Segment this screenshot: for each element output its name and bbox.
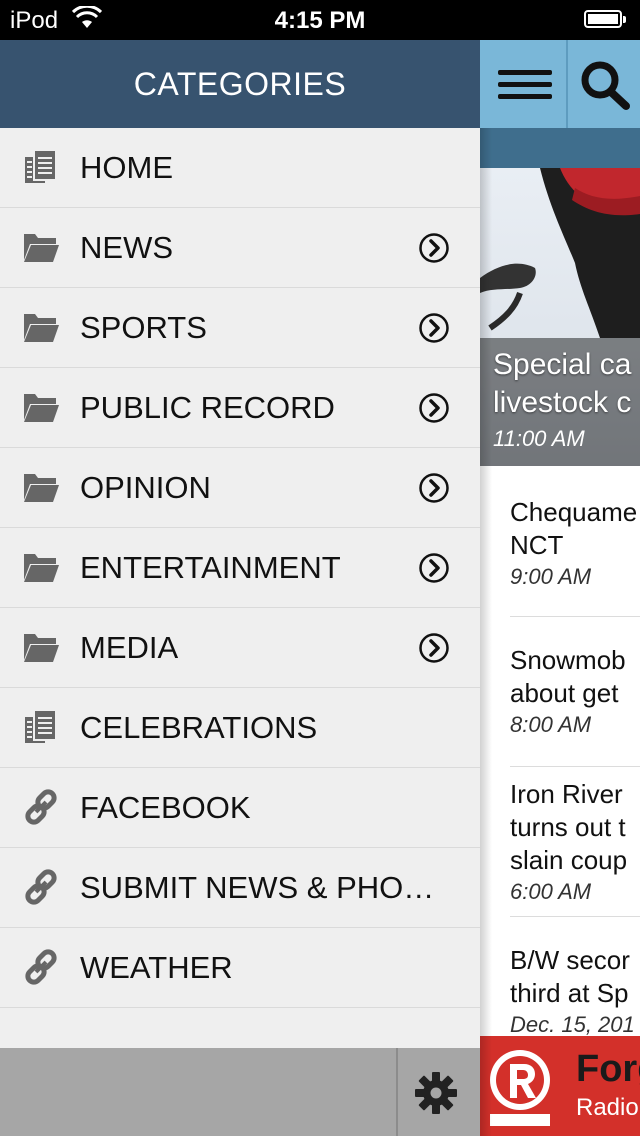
story-time: 6:00 AM	[510, 879, 592, 904]
hero-title: Special ca livestock c	[493, 346, 631, 422]
battery-icon	[584, 10, 626, 28]
status-time: 4:15 PM	[274, 7, 366, 34]
story-item[interactable]: Iron River turns out t slain coup 6:00 AM	[510, 778, 640, 907]
menu-item-weather[interactable]: WEATHER	[0, 928, 480, 1008]
story-item[interactable]: B/W secor third at Sp Dec. 15, 201	[510, 944, 640, 1040]
menu-item-public-record[interactable]: PUBLIC RECORD	[0, 368, 480, 448]
story-title-line: NCT	[510, 530, 564, 560]
menu-item-label: PUBLIC RECORD	[80, 390, 335, 425]
story-title-line: slain coup	[510, 845, 628, 875]
story-title-line: B/W secor	[510, 945, 630, 975]
menu-toggle-button[interactable]	[480, 40, 568, 128]
menu-item-label: CELEBRATIONS	[80, 710, 318, 745]
story-title-line: third at Sp	[510, 978, 629, 1008]
menu-item-entertainment[interactable]: ENTERTAINMENT	[0, 528, 480, 608]
story-title-line: turns out t	[510, 812, 626, 842]
menu-item-label: ENTERTAINMENT	[80, 550, 341, 585]
menu-item-label: NEWS	[80, 230, 173, 265]
status-bar: iPod 4:15 PM	[0, 0, 640, 40]
story-divider	[510, 616, 640, 617]
section-bar	[480, 128, 640, 168]
story-title-line: Iron River	[510, 779, 623, 809]
story-divider	[510, 916, 640, 917]
menu-item-opinion[interactable]: OPINION	[0, 448, 480, 528]
chevron-right-circle-icon[interactable]	[418, 632, 450, 664]
chevron-right-circle-icon[interactable]	[418, 232, 450, 264]
hero-title-line1: Special ca	[493, 348, 632, 381]
menu-item-submit-news-photos[interactable]: SUBMIT NEWS & PHOTOS	[0, 848, 480, 928]
document-icon	[22, 148, 60, 186]
search-button[interactable]	[570, 40, 640, 128]
menu-item-label: HOME	[80, 150, 173, 185]
story-title-line: about get	[510, 678, 619, 708]
folder-icon	[22, 628, 60, 666]
hamburger-icon	[498, 70, 552, 99]
menu-item-label: FACEBOOK	[80, 790, 251, 825]
story-item[interactable]: Chequame NCT 9:00 AM	[510, 496, 640, 592]
gear-icon[interactable]	[413, 1070, 459, 1116]
story-time: 8:00 AM	[510, 712, 592, 737]
ad-subline: Radio	[576, 1094, 639, 1121]
featured-story[interactable]: Special ca livestock c 11:00 AM	[480, 168, 640, 466]
hero-time: 11:00 AM	[493, 426, 585, 451]
menu-item-media[interactable]: MEDIA	[0, 608, 480, 688]
menu-item-celebrations[interactable]: CELEBRATIONS	[0, 688, 480, 768]
story-divider	[510, 766, 640, 767]
chevron-right-circle-icon[interactable]	[418, 312, 450, 344]
menu-edge-shadow	[480, 128, 492, 1136]
folder-icon	[22, 228, 60, 266]
link-icon	[22, 948, 60, 986]
menu-list: HOME NEWS SPORTS PUBLIC RECORD OPINION ENTERT…	[0, 128, 480, 1008]
folder-icon	[22, 388, 60, 426]
link-icon	[22, 788, 60, 826]
ad-banner[interactable]: Forg Radio	[480, 1036, 640, 1136]
ad-headline: Forg	[576, 1048, 640, 1090]
document-icon	[22, 708, 60, 746]
folder-icon	[22, 548, 60, 586]
chevron-right-circle-icon[interactable]	[418, 392, 450, 424]
hero-title-line2: livestock c	[493, 386, 632, 419]
footer-divider	[396, 1048, 398, 1136]
menu-item-label: WEATHER	[80, 950, 233, 985]
story-time: 9:00 AM	[510, 564, 592, 589]
folder-icon	[22, 468, 60, 506]
menu-item-label: SPORTS	[80, 310, 207, 345]
folder-icon	[22, 308, 60, 346]
menu-item-label: OPINION	[80, 470, 211, 505]
menu-title: CATEGORIES	[133, 65, 347, 102]
menu-footer	[0, 1048, 480, 1136]
top-bar	[480, 40, 640, 128]
story-item[interactable]: Snowmob about get 8:00 AM	[510, 644, 640, 740]
chevron-right-circle-icon[interactable]	[418, 472, 450, 504]
menu-header: CATEGORIES	[0, 40, 480, 128]
story-title-line: Snowmob	[510, 645, 626, 675]
news-feed-panel: Special ca livestock c 11:00 AM Chequame…	[480, 40, 640, 1136]
menu-item-label: SUBMIT NEWS & PHOTOS	[80, 870, 450, 905]
story-title-line: Chequame	[510, 497, 638, 527]
link-icon	[22, 868, 60, 906]
menu-item-news[interactable]: NEWS	[0, 208, 480, 288]
menu-item-sports[interactable]: SPORTS	[0, 288, 480, 368]
menu-item-home[interactable]: HOME	[0, 128, 480, 208]
menu-item-facebook[interactable]: FACEBOOK	[0, 768, 480, 848]
radioshack-logo	[490, 1050, 550, 1126]
menu-item-label: MEDIA	[80, 630, 179, 665]
chevron-right-circle-icon[interactable]	[418, 552, 450, 584]
categories-menu: CATEGORIES HOME NEWS SPORTS PUBLIC RECORD OP…	[0, 40, 480, 1136]
search-icon	[581, 61, 630, 110]
